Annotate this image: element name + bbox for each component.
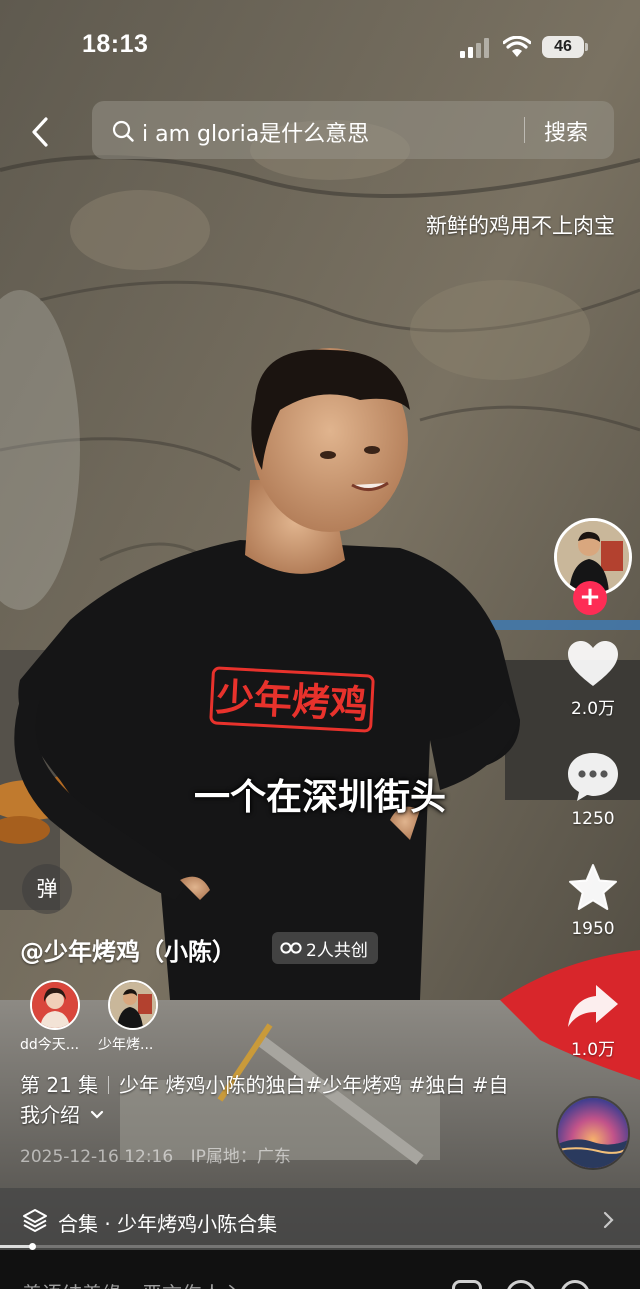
infinity-link-icon <box>280 942 302 954</box>
episode-label[interactable]: 第 21 集 <box>20 1073 98 1097</box>
chevron-left-icon <box>32 117 48 147</box>
cocreator-name: 少年烤... <box>98 1037 154 1053</box>
favorite-count: 1950 <box>571 919 615 939</box>
video-player[interactable]: 少年烤鸡 <box>0 0 640 1250</box>
comment-count: 1250 <box>571 809 615 829</box>
comment-input[interactable]: 善语结善缘，恶言伤人心 <box>22 1278 242 1289</box>
search-button[interactable]: 搜索 <box>544 115 588 147</box>
danmaku-comment: 新鲜的鸡用不上肉宝 <box>426 214 615 238</box>
cocreator-avatar <box>30 980 80 1030</box>
comment-icon <box>568 753 618 801</box>
music-disc[interactable] <box>556 1096 630 1170</box>
status-time: 18:13 <box>82 30 149 58</box>
search-divider <box>524 117 525 143</box>
post-caption[interactable]: 第 21 集少年 烤鸡小陈的独白#少年烤鸡 #独白 #自我介绍 <box>20 1070 520 1130</box>
plus-icon: + <box>579 582 601 612</box>
video-frame: 少年烤鸡 <box>0 0 640 1250</box>
star-icon <box>569 864 617 910</box>
chevron-right-icon <box>603 1211 614 1229</box>
battery-cap <box>585 43 588 51</box>
layers-icon <box>23 1209 47 1232</box>
search-input[interactable]: i am gloria是什么意思 <box>142 116 369 148</box>
comment-button[interactable]: 1250 <box>552 751 634 829</box>
status-bar: 18:13 46 <box>0 0 640 90</box>
cellular-signal-icon <box>460 38 489 58</box>
mention-icon[interactable] <box>506 1280 536 1289</box>
follow-button[interactable]: + <box>573 581 607 615</box>
share-count: 1.0万 <box>570 1040 616 1060</box>
playback-progress-knob[interactable] <box>29 1243 36 1250</box>
ip-location: IP属地：广东 <box>190 1147 291 1167</box>
playback-progress-fill <box>0 1245 32 1248</box>
post-meta: 2025-12-16 12:16 IP属地：广东 <box>20 1142 291 1167</box>
post-date: 2025-12-16 12:16 <box>20 1147 174 1167</box>
cocreator-avatar <box>108 980 158 1030</box>
comment-tools <box>452 1280 590 1289</box>
battery-icon: 46 <box>542 36 588 58</box>
comment-bar: 善语结善缘，恶言伤人心 <box>0 1250 640 1289</box>
episode-separator <box>108 1076 110 1094</box>
search-box[interactable]: i am gloria是什么意思 搜索 <box>92 101 614 159</box>
cocreate-label: 2人共创 <box>306 940 368 961</box>
cocreator-item[interactable]: 少年烤... <box>98 980 178 1054</box>
favorite-button[interactable]: 1950 <box>552 863 634 939</box>
share-button[interactable]: 1.0万 <box>552 983 634 1060</box>
author-name[interactable]: @少年烤鸡（小陈） <box>20 932 236 967</box>
danmaku-toggle-button[interactable]: 弹 <box>22 864 72 914</box>
chevron-down-icon[interactable] <box>90 1110 104 1120</box>
cocreator-avatar-image <box>32 982 78 1028</box>
playback-progress-bar[interactable] <box>0 1243 640 1250</box>
search-icon <box>112 120 134 142</box>
wifi-icon <box>503 36 531 57</box>
cocreate-badge[interactable]: 2人共创 <box>272 932 378 964</box>
share-arrow-icon <box>568 985 618 1027</box>
heart-icon <box>568 641 618 686</box>
image-picker-icon[interactable] <box>452 1280 482 1289</box>
back-button[interactable] <box>22 110 58 154</box>
collection-bar[interactable]: 合集 · 少年烤鸡小陈合集 <box>0 1188 640 1250</box>
video-subtitle: 一个在深圳街头 <box>193 777 446 818</box>
shirt-logo-text: 少年烤鸡 <box>215 675 369 727</box>
like-count: 2.0万 <box>570 699 616 719</box>
emoji-icon[interactable] <box>560 1280 590 1289</box>
battery-level: 46 <box>542 36 584 58</box>
like-button[interactable]: 2.0万 <box>552 640 634 719</box>
cocreator-avatar-image <box>110 982 156 1028</box>
music-cover-image <box>558 1098 628 1168</box>
cocreator-name: dd今天... <box>20 1037 80 1053</box>
collection-label: 合集 · 少年烤鸡小陈合集 <box>58 1212 278 1236</box>
cocreator-item[interactable]: dd今天... <box>20 980 100 1054</box>
